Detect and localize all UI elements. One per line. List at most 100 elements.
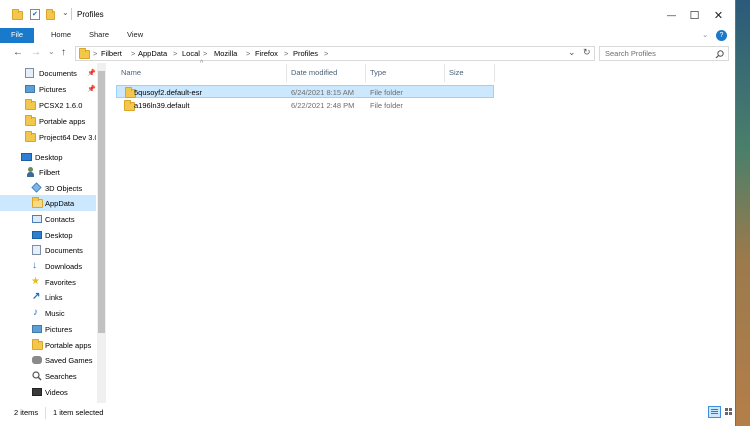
breadcrumb-firefox[interactable]: Firefox bbox=[255, 49, 278, 58]
music-icon: ♪ bbox=[33, 307, 38, 318]
nav-item-label: Contacts bbox=[45, 214, 75, 224]
folder-icon bbox=[25, 131, 36, 142]
folder-icon bbox=[25, 99, 36, 110]
nav-item-links[interactable]: ↗ Links bbox=[0, 289, 96, 305]
nav-item-label: Filbert bbox=[39, 167, 60, 177]
nav-item-label: Documents bbox=[45, 245, 83, 255]
help-icon[interactable]: ? bbox=[716, 30, 727, 41]
nav-item-documents-quick[interactable]: Documents 📌 bbox=[0, 65, 96, 81]
breadcrumb-filbert[interactable]: Filbert bbox=[101, 49, 122, 58]
nav-item-music[interactable]: ♪ Music bbox=[0, 305, 96, 321]
nav-item-3d-objects[interactable]: 3D Objects bbox=[0, 180, 96, 196]
new-folder-icon[interactable] bbox=[46, 9, 58, 21]
pictures-icon bbox=[32, 325, 42, 333]
folder-icon bbox=[25, 115, 36, 126]
up-button[interactable]: ↑ bbox=[61, 47, 66, 58]
nav-item-videos[interactable]: Videos bbox=[0, 384, 96, 400]
quick-access-customize-icon[interactable]: ⌄ bbox=[62, 8, 69, 17]
column-header-type[interactable]: Type bbox=[370, 68, 386, 77]
nav-item-pictures[interactable]: Pictures bbox=[0, 321, 96, 337]
column-header-name[interactable]: Name bbox=[121, 68, 141, 77]
column-divider bbox=[286, 64, 287, 82]
file-date: 6/22/2021 2:48 PM bbox=[291, 101, 355, 110]
nav-item-searches[interactable]: Searches bbox=[0, 368, 96, 384]
folder-icon bbox=[12, 9, 24, 21]
nav-item-label: Desktop bbox=[45, 230, 73, 240]
search-icon[interactable] bbox=[715, 50, 724, 59]
nav-item-filbert[interactable]: Filbert bbox=[0, 164, 96, 180]
tab-share[interactable]: Share bbox=[89, 28, 109, 43]
nav-item-downloads[interactable]: ↓ Downloads bbox=[0, 258, 96, 274]
nav-item-label: Project64 Dev 3.0 bbox=[39, 132, 96, 142]
address-bar[interactable]: > Filbert > AppData > Local > Mozilla > … bbox=[75, 46, 595, 61]
properties-icon[interactable]: ✔ bbox=[30, 9, 40, 20]
tab-home[interactable]: Home bbox=[51, 28, 71, 43]
address-dropdown-icon[interactable]: ⌄ bbox=[568, 47, 576, 58]
nav-item-label: Downloads bbox=[45, 261, 83, 271]
nav-item-favorites[interactable]: ★ Favorites bbox=[0, 274, 96, 290]
contacts-icon bbox=[32, 215, 42, 223]
nav-item-saved-games[interactable]: Saved Games bbox=[0, 352, 96, 368]
nav-item-portable-apps-quick[interactable]: Portable apps bbox=[0, 113, 96, 129]
nav-item-label: 3D Objects bbox=[45, 183, 83, 193]
window-title: Profiles bbox=[77, 10, 104, 19]
breadcrumb-mozilla[interactable]: Mozilla bbox=[214, 49, 237, 58]
nav-item-desktop-root[interactable]: Desktop bbox=[0, 149, 96, 165]
tab-file[interactable]: File bbox=[0, 28, 34, 43]
column-divider bbox=[494, 64, 495, 82]
navigation-pane: Documents 📌 Pictures 📌 PCSX2 1.6.0 Porta… bbox=[0, 63, 107, 403]
nav-item-appdata[interactable]: AppData bbox=[0, 195, 96, 211]
column-header-date[interactable]: Date modified bbox=[291, 68, 337, 77]
folder-icon bbox=[32, 339, 43, 350]
nav-item-contacts[interactable]: Contacts bbox=[0, 211, 96, 227]
desktop-background bbox=[736, 0, 750, 426]
nav-item-label: Portable apps bbox=[45, 340, 92, 350]
breadcrumb-appdata[interactable]: AppData bbox=[138, 49, 167, 58]
nav-item-label: Music bbox=[45, 308, 65, 318]
nav-item-label: Portable apps bbox=[39, 116, 86, 126]
videos-icon bbox=[32, 388, 42, 396]
tab-view[interactable]: View bbox=[127, 28, 143, 43]
nav-item-project64[interactable]: Project64 Dev 3.0 bbox=[0, 129, 96, 145]
nav-item-pcsx2[interactable]: PCSX2 1.6.0 bbox=[0, 97, 96, 113]
title-divider bbox=[71, 8, 72, 20]
nav-item-label: Links bbox=[45, 292, 63, 302]
saved-games-icon bbox=[32, 356, 42, 364]
expand-ribbon-icon[interactable]: ⌄ bbox=[702, 28, 708, 43]
nav-item-documents[interactable]: Documents bbox=[0, 242, 96, 258]
item-count: 2 items bbox=[14, 408, 39, 417]
scrollbar-thumb[interactable] bbox=[98, 71, 105, 333]
breadcrumb-separator: > bbox=[93, 49, 98, 58]
nav-item-pictures-quick[interactable]: Pictures 📌 bbox=[0, 81, 96, 97]
content-scrollbar[interactable] bbox=[728, 63, 735, 404]
links-icon: ↗ bbox=[32, 291, 41, 302]
breadcrumb-local[interactable]: Local bbox=[182, 49, 200, 58]
recent-locations-button[interactable]: ⌄ bbox=[48, 47, 55, 56]
nav-item-desktop[interactable]: Desktop bbox=[0, 227, 96, 243]
file-name[interactable]: 5qusoyf2.default-esr bbox=[134, 88, 202, 97]
column-header-size[interactable]: Size bbox=[449, 68, 464, 77]
star-icon: ★ bbox=[31, 276, 40, 287]
column-divider bbox=[365, 64, 366, 82]
status-divider bbox=[45, 407, 46, 419]
selected-count: 1 item selected bbox=[53, 408, 104, 417]
details-view-button[interactable] bbox=[708, 406, 721, 418]
back-button[interactable]: ← bbox=[13, 47, 23, 58]
nav-item-label: Documents bbox=[39, 68, 77, 78]
navigation-scrollbar[interactable] bbox=[97, 63, 106, 403]
refresh-icon[interactable]: ↻ bbox=[583, 47, 591, 58]
folder-icon bbox=[32, 197, 43, 208]
file-date: 6/24/2021 8:15 AM bbox=[291, 88, 354, 97]
close-button[interactable]: ✕ bbox=[696, 4, 741, 26]
nav-item-label: Saved Games bbox=[45, 355, 93, 365]
forward-button[interactable]: → bbox=[31, 47, 41, 58]
nav-item-portable-apps[interactable]: Portable apps bbox=[0, 337, 96, 353]
nav-item-label: Favorites bbox=[45, 277, 76, 287]
breadcrumb-profiles[interactable]: Profiles bbox=[293, 49, 318, 58]
sort-ascending-icon: ^ bbox=[200, 60, 204, 67]
file-name[interactable]: a196ln39.default bbox=[134, 101, 189, 110]
downloads-icon: ↓ bbox=[32, 260, 37, 271]
desktop-icon bbox=[32, 231, 42, 239]
large-icons-view-button[interactable] bbox=[724, 406, 734, 418]
search-input[interactable]: Search Profiles bbox=[599, 46, 729, 61]
